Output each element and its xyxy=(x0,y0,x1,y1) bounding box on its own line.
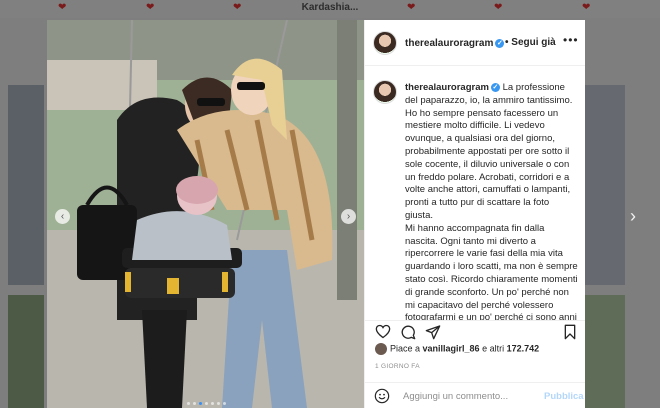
verified-badge-icon: ✓ xyxy=(495,38,505,48)
background-title: Kardashia... xyxy=(301,2,359,13)
caption-username[interactable]: therealauroragram ✓ xyxy=(405,82,500,93)
next-post-arrow-icon[interactable]: › xyxy=(630,207,636,225)
bookmark-icon[interactable] xyxy=(563,324,577,345)
photo-illustration xyxy=(47,20,364,408)
carousel-dot xyxy=(205,402,208,405)
heart-icon[interactable] xyxy=(375,324,391,344)
caption-scroll-area[interactable]: therealauroragram ✓ La professione del pa… xyxy=(365,66,585,320)
carousel-dot xyxy=(211,402,214,405)
heart-icon: ❤ xyxy=(582,2,591,13)
post-modal: ‹ › therealauroragram ✓ • Segui già ••• t… xyxy=(47,20,585,408)
verified-badge-icon: ✓ xyxy=(490,82,500,92)
following-label: Segui già xyxy=(511,37,556,48)
carousel-dot xyxy=(223,402,226,405)
carousel-dot-active xyxy=(199,402,202,405)
likes-summary[interactable]: Piace a vanillagirl_86 e altri 172.742 xyxy=(375,343,585,355)
post-author-username[interactable]: therealauroragram ✓ xyxy=(405,38,505,49)
following-button[interactable]: • Segui già xyxy=(505,37,556,48)
more-options-icon[interactable]: ••• xyxy=(563,33,579,47)
post-photo[interactable]: ‹ › xyxy=(47,20,364,408)
avatar[interactable] xyxy=(373,80,397,104)
background-tile xyxy=(8,85,44,285)
heart-icon: ❤ xyxy=(407,2,416,13)
avatar[interactable] xyxy=(373,31,397,55)
heart-icon: ❤ xyxy=(494,2,503,13)
post-caption: therealauroragram ✓ La professione del pa… xyxy=(405,82,579,320)
carousel-dot xyxy=(217,402,220,405)
comment-input[interactable] xyxy=(403,389,533,403)
comment-icon[interactable] xyxy=(400,324,416,345)
carousel-dots xyxy=(187,402,226,405)
post-actions xyxy=(365,320,585,342)
post-side-panel: therealauroragram ✓ • Segui già ••• there… xyxy=(364,20,585,408)
carousel-dot xyxy=(193,402,196,405)
comment-bar: Pubblica xyxy=(365,382,585,408)
caption-paragraph: Mi hanno accompagnata fin dalla nascita.… xyxy=(405,222,578,320)
background-tile xyxy=(585,85,625,285)
background-tile xyxy=(585,295,625,408)
post-timestamp[interactable]: 1 GIORNO FA xyxy=(375,363,420,370)
emoji-icon[interactable] xyxy=(374,388,390,408)
avatar xyxy=(375,343,387,355)
background-tile xyxy=(8,295,44,408)
post-header: therealauroragram ✓ • Segui già ••• xyxy=(365,20,585,66)
likes-count[interactable]: 172.742 xyxy=(507,343,540,353)
carousel-next-button[interactable]: › xyxy=(341,209,356,224)
caption-paragraph: La professione del paparazzo, io, la amm… xyxy=(405,82,573,221)
carousel-prev-button[interactable]: ‹ xyxy=(55,209,70,224)
publish-button[interactable]: Pubblica xyxy=(544,391,584,402)
liker-username[interactable]: vanillagirl_86 xyxy=(423,343,480,353)
share-icon[interactable] xyxy=(425,324,441,345)
carousel-dot xyxy=(187,402,190,405)
